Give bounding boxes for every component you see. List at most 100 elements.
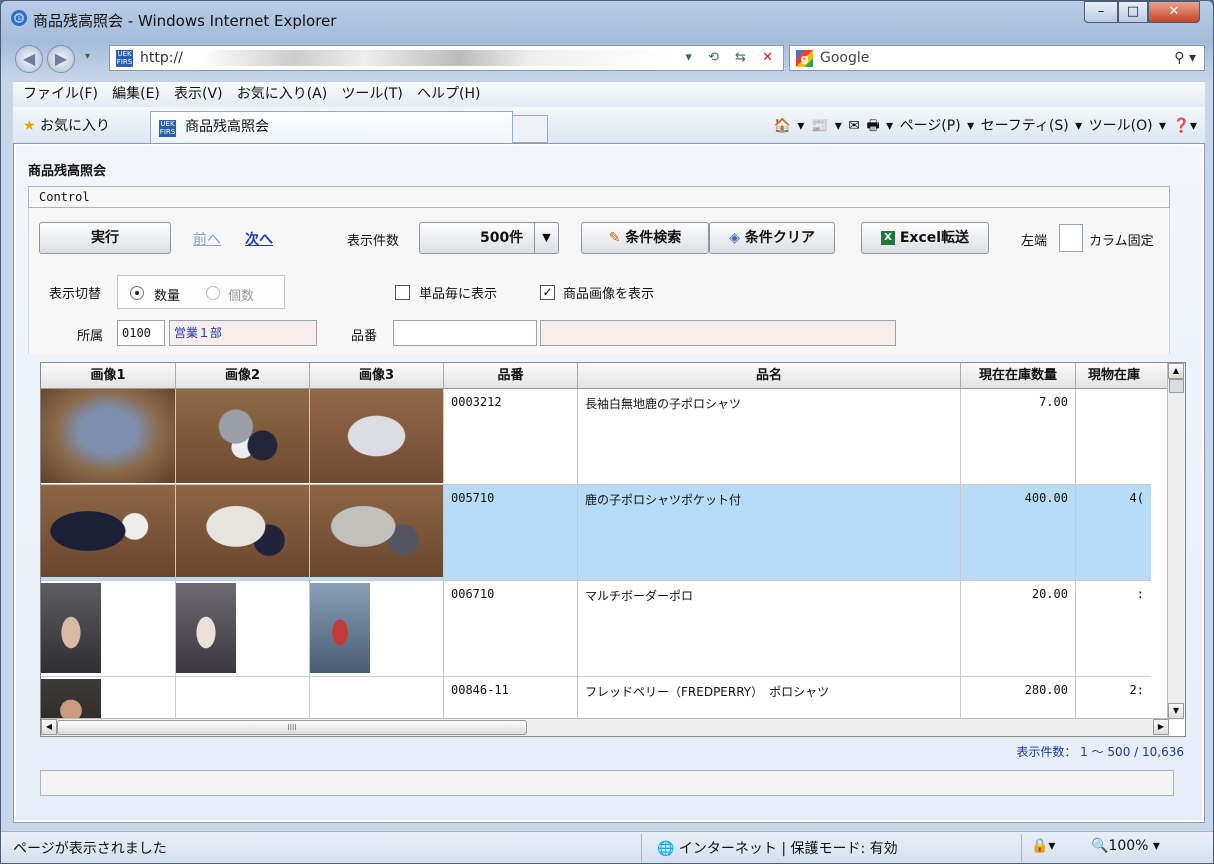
image-cell — [310, 581, 444, 676]
favorites-button[interactable]: ★ お気に入り — [23, 115, 110, 135]
product-code-input[interactable] — [393, 320, 537, 346]
name-cell: 長袖白無地鹿の子ポロシャツ — [578, 389, 961, 484]
image-cell — [41, 581, 176, 676]
header-image3[interactable]: 画像3 — [310, 363, 444, 389]
count-label: 表示件数 — [347, 234, 400, 249]
search-placeholder: Google — [820, 50, 870, 66]
address-controls[interactable]: ▾ ⟲ ⇆ ✕ — [685, 46, 779, 70]
back-button[interactable]: ◀ — [15, 45, 43, 73]
command-bar[interactable]: 🏠 ▾ 📰 ▾ ✉ 🖶 ▾ ページ(P) ▾ セーフティ(S) ▾ ツール(O)… — [774, 115, 1197, 139]
message-box — [40, 770, 1174, 796]
eraser-icon: ◈ — [729, 230, 740, 246]
column-fix-label: カラム固定 — [1089, 234, 1154, 249]
left-edge-label: 左端 — [1021, 234, 1048, 249]
menu-view[interactable]: 表示(V) — [174, 82, 223, 106]
excel-export-button[interactable]: X Excel転送 — [861, 222, 989, 254]
physical-stock-cell: 4( — [1129, 491, 1144, 505]
history-dropdown-icon[interactable]: ▾ — [85, 51, 90, 62]
search-input[interactable]: g Google ⚲ ▾ — [789, 45, 1205, 71]
title-bar: e 商品残高照会 - Windows Internet Explorer – □… — [1, 1, 1213, 37]
name-cell: マルチボーダーポロ — [578, 581, 961, 676]
fixed-column-input[interactable] — [1059, 224, 1083, 252]
image-cell — [310, 389, 444, 484]
run-button[interactable]: 実行 — [39, 222, 171, 254]
name-cell: 鹿の子ポロシャツポケット付 — [578, 485, 961, 580]
pieces-label: 個数 — [228, 289, 255, 304]
url-blur — [200, 50, 670, 66]
horizontal-scrollbar[interactable]: ◀ IIII ▶ — [41, 718, 1169, 736]
header-image2[interactable]: 画像2 — [176, 363, 310, 389]
url-field[interactable]: UEK FIRS http:// ▾ ⟲ ⇆ ✕ — [109, 45, 784, 71]
product-photo — [310, 583, 370, 673]
product-name-field — [540, 320, 896, 346]
status-message: ページが表示されました — [13, 841, 167, 857]
menu-file[interactable]: ファイル(F) — [23, 82, 98, 106]
zoom-level[interactable]: 🔍100% ▾ — [1091, 838, 1160, 854]
physical-stock-cell — [1076, 389, 1151, 484]
table-row-selected[interactable]: 005710 鹿の子ポロシャツポケット付 400.00 4( — [41, 485, 1151, 581]
image-cell — [176, 581, 310, 676]
header-name[interactable]: 品名 — [578, 363, 961, 389]
vertical-scroll-thumb[interactable] — [1169, 379, 1184, 393]
per-item-checkbox[interactable] — [395, 285, 410, 300]
count-select[interactable]: 500件 ▼ — [419, 222, 559, 254]
scroll-right-icon[interactable]: ▶ — [1153, 719, 1169, 735]
menu-tools[interactable]: ツール(T) — [341, 82, 402, 106]
code-cell: 0003212 — [444, 389, 578, 484]
close-button[interactable]: ✕ — [1148, 1, 1200, 23]
scroll-down-icon[interactable]: ▼ — [1168, 703, 1184, 719]
minimize-button[interactable]: – — [1084, 1, 1118, 23]
tab-current[interactable]: UEK FIRS 商品残高照会 — [150, 111, 513, 143]
image-cell — [310, 485, 444, 580]
menu-edit[interactable]: 編集(E) — [112, 82, 160, 106]
qty-radio[interactable] — [130, 286, 144, 300]
maximize-button[interactable]: □ — [1118, 1, 1148, 23]
prev-link[interactable]: 前へ — [193, 229, 221, 249]
horizontal-scroll-thumb[interactable]: IIII — [57, 720, 527, 735]
display-toggle-group: 数量 個数 — [117, 275, 285, 309]
search-icon[interactable]: ⚲ ▾ — [1174, 46, 1196, 70]
menu-favorites[interactable]: お気に入り(A) — [237, 82, 328, 106]
header-stock-qty[interactable]: 現在在庫数量 — [961, 363, 1076, 389]
stock-qty-cell: 400.00 — [961, 485, 1076, 580]
excel-icon: X — [880, 231, 895, 245]
dept-code-input[interactable]: 0100 — [117, 320, 165, 346]
code-cell: 005710 — [444, 485, 578, 580]
tab-favicon-icon: UEK FIRS — [159, 120, 176, 137]
new-tab-button[interactable] — [512, 115, 548, 143]
menu-help[interactable]: ヘルプ(H) — [417, 82, 480, 106]
dept-label: 所属 — [77, 329, 104, 344]
pieces-radio[interactable] — [206, 286, 220, 300]
control-header: Control — [28, 186, 1170, 208]
product-photo — [176, 583, 236, 673]
product-photo — [176, 485, 309, 577]
stock-qty-cell: 20.00 — [961, 581, 1076, 676]
scroll-up-icon[interactable]: ▲ — [1168, 363, 1184, 379]
image-cell — [41, 485, 176, 580]
table-row[interactable]: 0003212 長袖白無地鹿の子ポロシャツ 7.00 — [41, 389, 1151, 485]
condition-clear-button[interactable]: ◈ 条件クリア — [709, 222, 835, 254]
image-cell — [176, 389, 310, 484]
window-title: 商品残高照会 - Windows Internet Explorer — [33, 12, 337, 30]
table-row[interactable]: 006710 マルチボーダーポロ 20.00 : — [41, 581, 1151, 677]
show-image-checkbox[interactable]: ✓ — [540, 285, 555, 300]
address-bar: ◀ ▶ ▾ UEK FIRS http:// ▾ ⟲ ⇆ ✕ g Google ⚲… — [1, 41, 1213, 75]
star-icon: ★ — [23, 118, 36, 134]
pencil-icon: ✎ — [608, 230, 621, 246]
ie-logo-icon: e — [11, 10, 27, 26]
control-panel: 実行 前へ 次へ 表示件数 500件 ▼ ✎ 条件検索 ◈ 条件クリア X Ex… — [28, 208, 1170, 354]
header-image1[interactable]: 画像1 — [41, 363, 176, 389]
status-separator — [641, 834, 642, 862]
physical-stock-cell: : — [1136, 587, 1144, 601]
browser-window: e 商品残高照会 - Windows Internet Explorer – □… — [0, 0, 1214, 864]
product-photo — [310, 485, 443, 577]
condition-search-button[interactable]: ✎ 条件検索 — [581, 222, 709, 254]
vertical-scrollbar[interactable]: ▲ ▼ — [1167, 363, 1185, 719]
header-code[interactable]: 品番 — [444, 363, 578, 389]
product-photo — [41, 485, 175, 577]
protected-mode-icon[interactable]: 🔒▾ — [1031, 838, 1055, 854]
forward-button[interactable]: ▶ — [47, 45, 75, 73]
next-link[interactable]: 次へ — [245, 229, 273, 249]
scroll-left-icon[interactable]: ◀ — [41, 719, 57, 735]
header-physical-stock[interactable]: 現物在庫 — [1076, 363, 1169, 389]
